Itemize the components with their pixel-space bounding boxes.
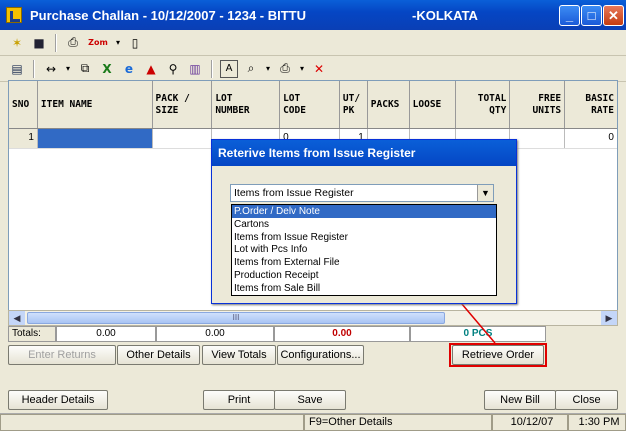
save-button[interactable]: Save (274, 390, 346, 410)
list-item[interactable]: Lot with Pcs Info (232, 243, 496, 256)
print-button[interactable]: Print (203, 390, 275, 410)
close-button[interactable]: Close (555, 390, 618, 410)
status-empty-pane (0, 414, 304, 431)
retrieve-items-dialog: Reterive Items from Issue Register Items… (211, 139, 517, 304)
chevron-down-icon[interactable]: ▼ (477, 185, 493, 201)
source-select[interactable]: Items from Issue Register ▼ (230, 184, 494, 202)
list-item[interactable]: Items from Sale Bill (232, 282, 496, 295)
list-item[interactable]: Items from External File (232, 256, 496, 269)
header-details-button[interactable]: Header Details (8, 390, 108, 410)
source-options-list[interactable]: P.Order / Delv Note Cartons Items from I… (231, 204, 497, 296)
source-select-value: Items from Issue Register (234, 187, 354, 199)
status-bar: F9=Other Details 10/12/07 1:30 PM (0, 413, 626, 431)
new-bill-button[interactable]: New Bill (484, 390, 556, 410)
dialog-title: Reterive Items from Issue Register (212, 140, 516, 166)
list-item[interactable]: P.Order / Delv Note (232, 205, 496, 218)
status-hint: F9=Other Details (304, 414, 492, 431)
list-item[interactable]: Cartons (232, 218, 496, 231)
list-item[interactable]: Items from Issue Register (232, 231, 496, 244)
status-date: 10/12/07 (492, 414, 568, 431)
list-item[interactable]: Production Receipt (232, 269, 496, 282)
status-time: 1:30 PM (568, 414, 626, 431)
